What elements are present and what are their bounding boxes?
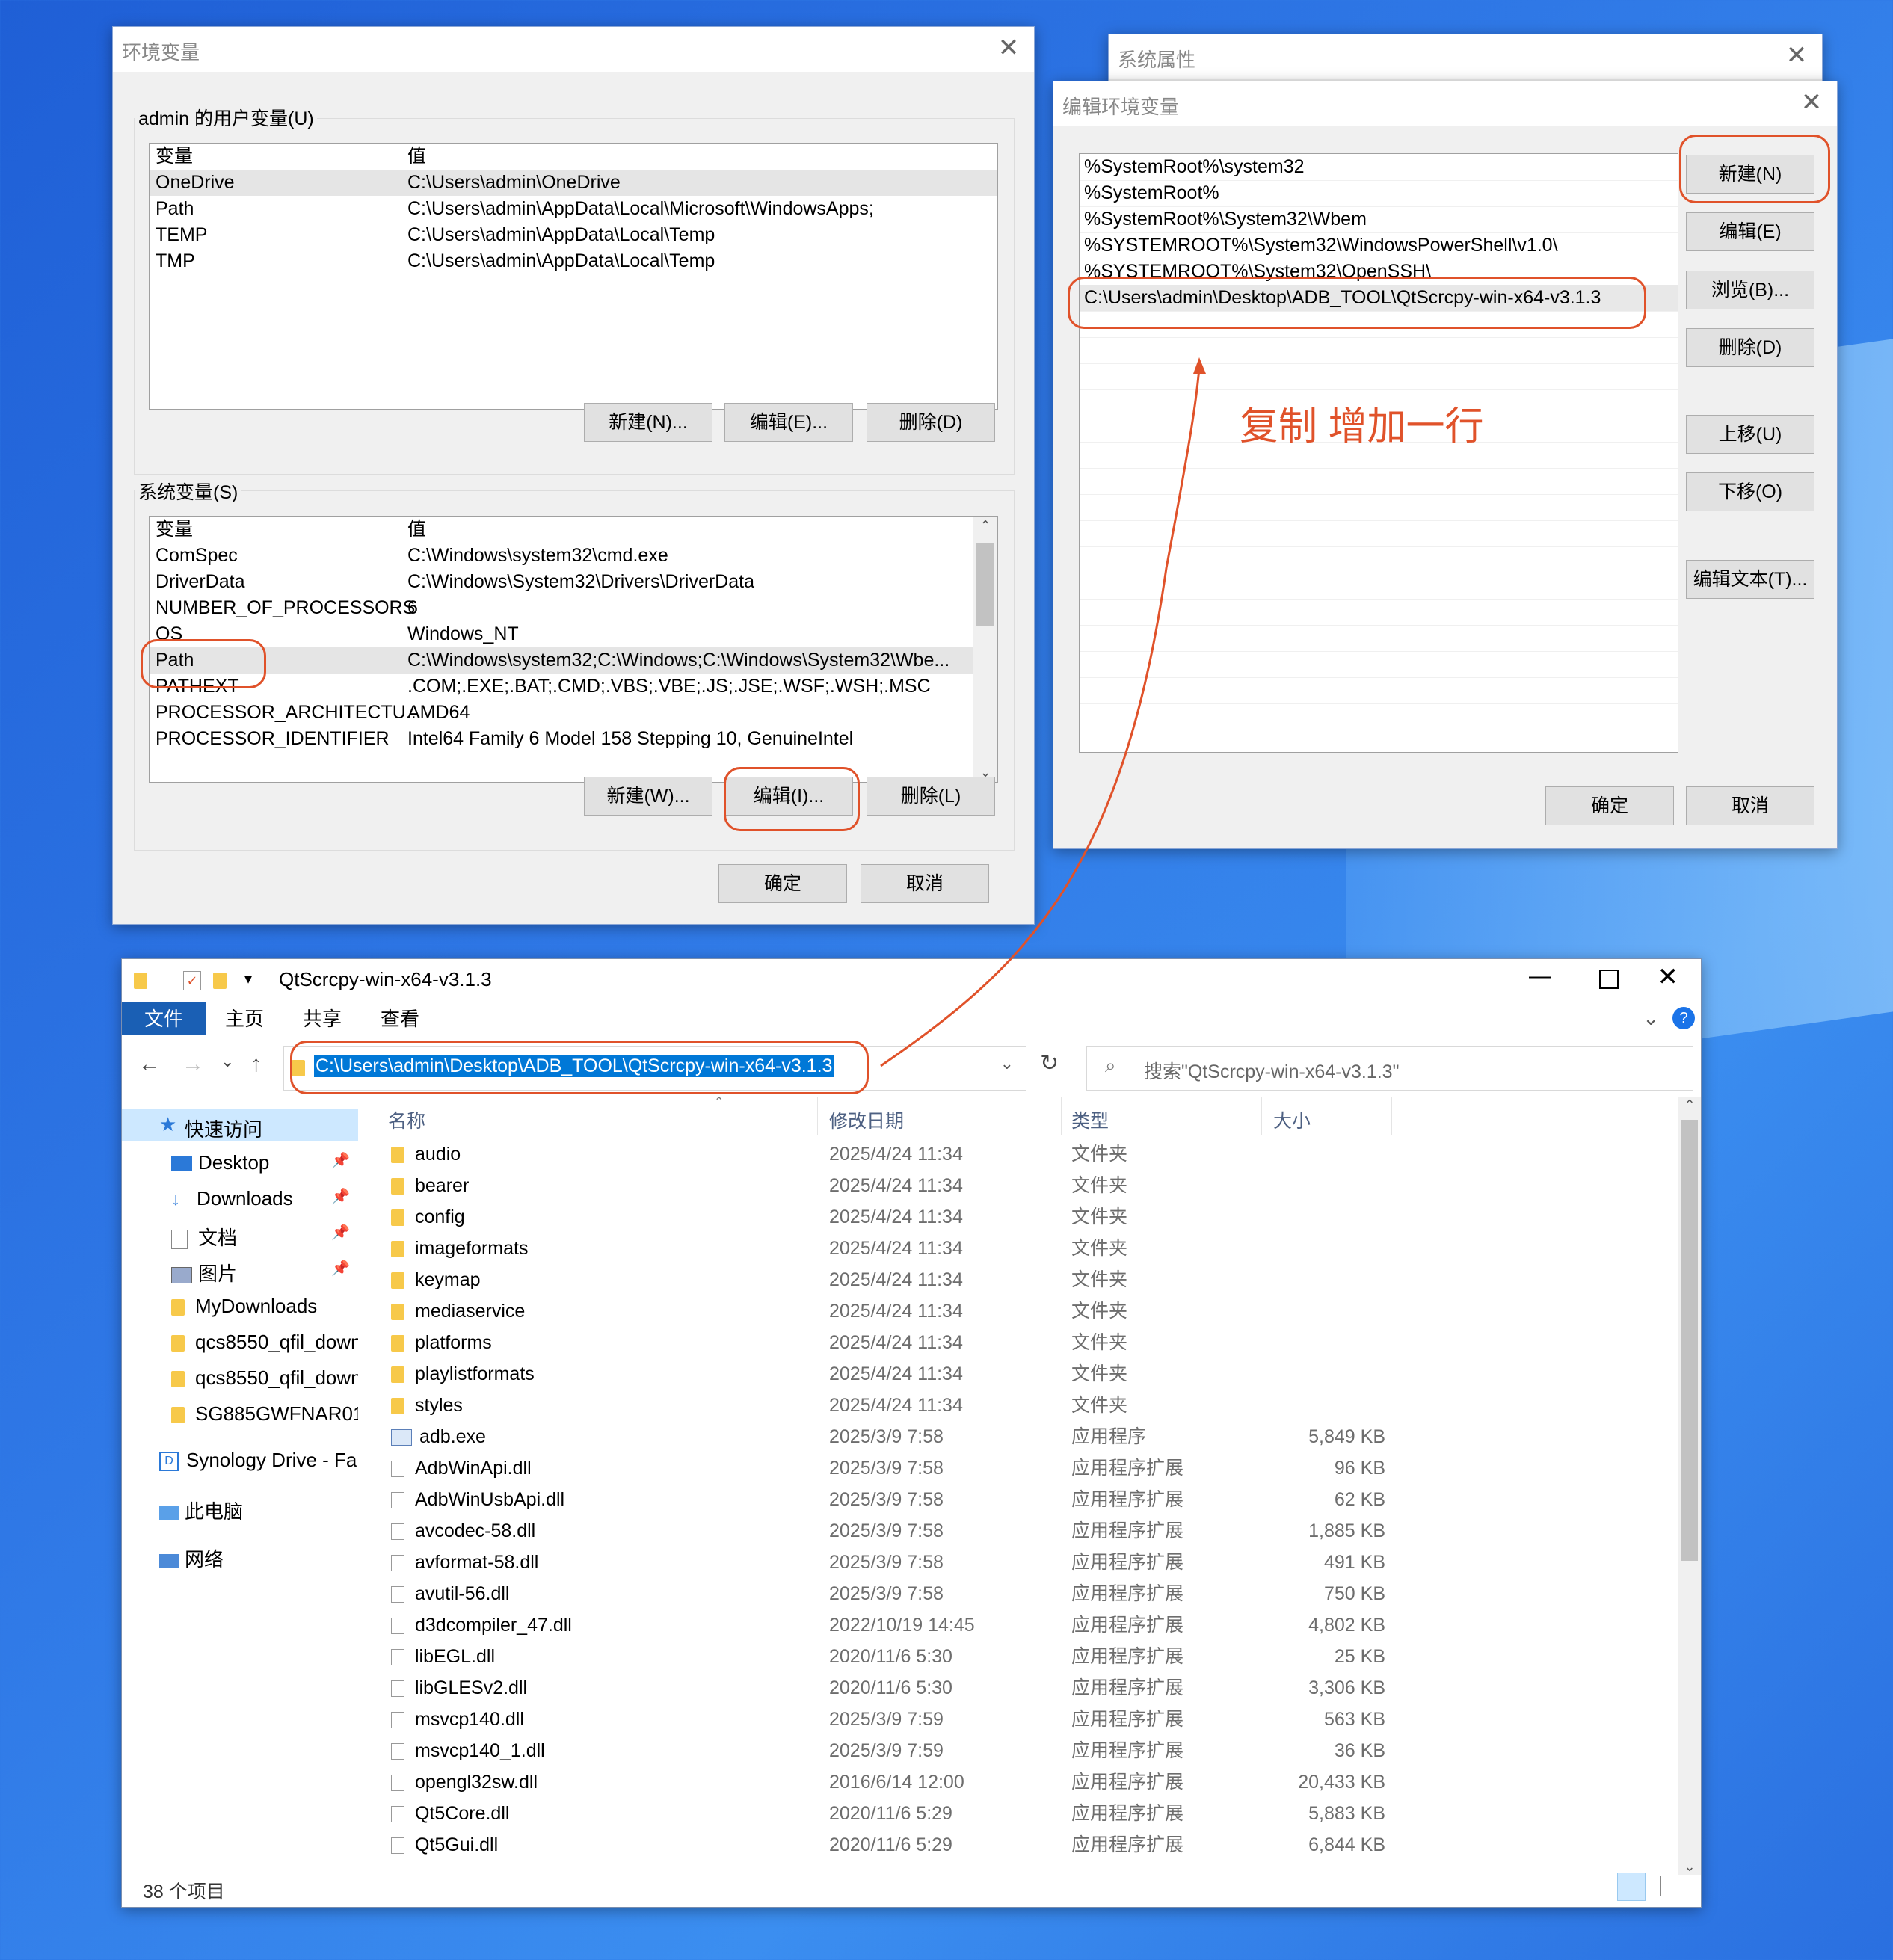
annotation-arrow — [880, 357, 1206, 1067]
arrowhead — [1193, 357, 1206, 374]
arrow-path — [880, 367, 1201, 1067]
